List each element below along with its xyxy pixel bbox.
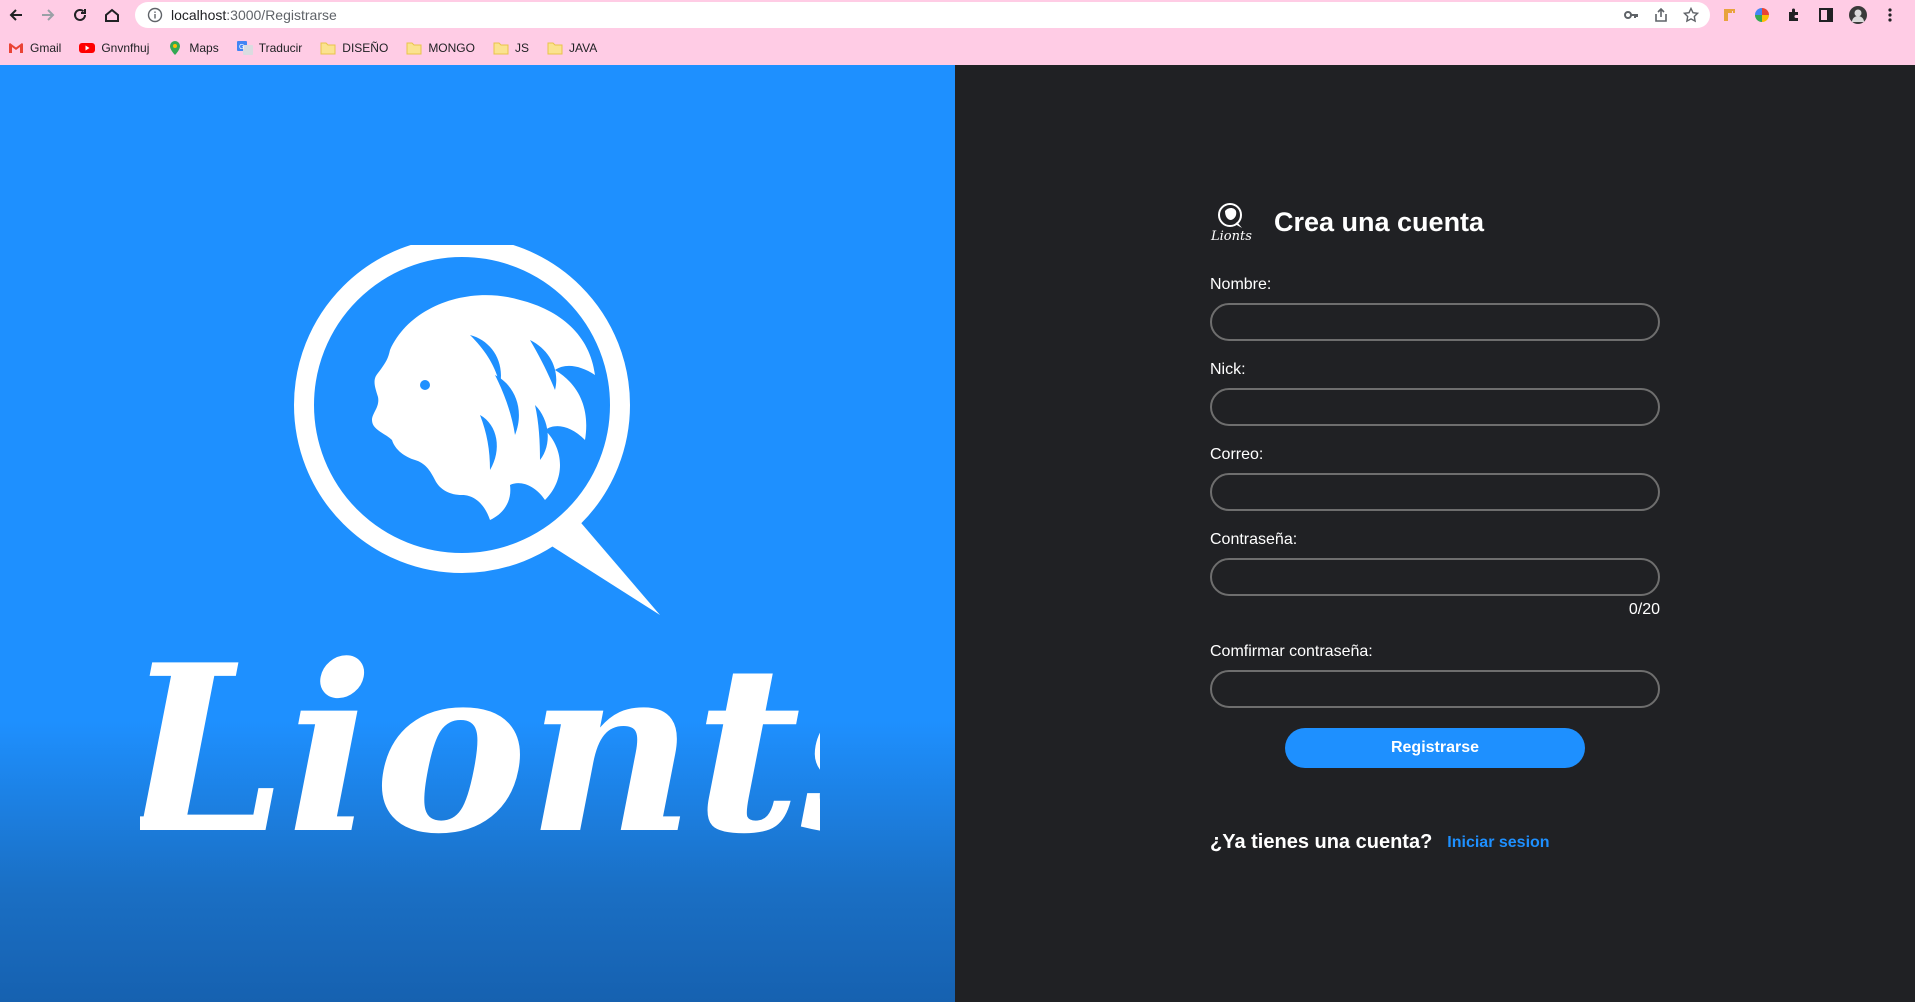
maps-icon — [170, 40, 181, 55]
svg-text:Lionts: Lionts — [1210, 229, 1252, 244]
field-contrasena: Contraseña: 0/20 — [1210, 531, 1660, 619]
extensions-area — [1717, 0, 1915, 30]
back-button[interactable] — [0, 0, 32, 30]
key-icon[interactable] — [1620, 5, 1642, 25]
folder-icon — [320, 42, 336, 54]
color-wheel-icon[interactable] — [1749, 2, 1775, 28]
translate-icon: G — [236, 40, 253, 55]
share-icon[interactable] — [1650, 5, 1672, 25]
bookmarks-bar: Gmail Gnvnfhuj Maps G Traducir DISEÑO MO… — [0, 30, 1915, 65]
reload-button[interactable] — [64, 0, 96, 30]
confirmar-contrasena-input[interactable] — [1210, 670, 1660, 708]
brand-panel: Lionts — [0, 65, 955, 1002]
password-char-counter: 0/20 — [1628, 601, 1660, 618]
address-bar[interactable]: localhost:3000/Registrarse — [135, 2, 1710, 28]
bookmark-folder-java[interactable]: JAVA — [547, 36, 597, 60]
gmail-icon — [9, 42, 23, 53]
forward-button[interactable] — [32, 0, 64, 30]
folder-icon — [406, 42, 422, 54]
folder-icon — [547, 42, 563, 54]
bookmark-folder-diseno[interactable]: DISEÑO — [320, 36, 388, 60]
bookmark-folder-mongo[interactable]: MONGO — [406, 36, 475, 60]
register-button[interactable]: Registrarse — [1285, 728, 1585, 768]
arrow-right-icon — [42, 9, 55, 21]
field-correo: Correo: — [1210, 446, 1660, 511]
home-icon — [105, 8, 119, 22]
login-link[interactable]: Iniciar sesion — [1447, 834, 1549, 852]
menu-kebab-icon[interactable] — [1877, 2, 1903, 28]
register-form: Lionts Crea una cuenta Nombre: Nick: Cor… — [1210, 200, 1660, 854]
bookmark-translate[interactable]: G Traducir — [236, 36, 302, 60]
reload-icon — [74, 8, 86, 21]
puzzle-icon[interactable] — [1781, 2, 1807, 28]
bookmark-youtube[interactable]: Gnvnfhuj — [79, 36, 149, 60]
correo-label: Correo: — [1210, 446, 1264, 463]
side-panel-icon[interactable] — [1813, 2, 1839, 28]
svg-text:G: G — [239, 44, 244, 51]
already-have-account-text: ¿Ya tienes una cuenta? — [1210, 831, 1433, 853]
nombre-label: Nombre: — [1210, 276, 1272, 293]
confirmar-contrasena-label: Comfirmar contraseña: — [1210, 643, 1373, 660]
login-prompt: ¿Ya tienes una cuenta? Iniciar sesion — [1210, 831, 1660, 854]
arrow-left-icon — [9, 9, 22, 21]
lion-head-icon — [372, 295, 595, 520]
field-confirmar-contrasena: Comfirmar contraseña: — [1210, 643, 1660, 708]
bookmark-maps[interactable]: Maps — [167, 36, 219, 60]
nombre-input[interactable] — [1210, 303, 1660, 341]
extension-tool-icon[interactable] — [1717, 2, 1743, 28]
folder-icon — [493, 42, 509, 54]
bookmark-folder-js[interactable]: JS — [493, 36, 529, 60]
contrasena-label: Contraseña: — [1210, 531, 1298, 548]
url-host: localhost — [171, 7, 227, 23]
url-path: :3000/Registrarse — [226, 7, 337, 23]
field-nick: Nick: — [1210, 361, 1660, 426]
youtube-icon — [79, 42, 96, 53]
lionts-logo: Lionts — [140, 245, 820, 885]
page-title: Crea una cuenta — [1274, 206, 1485, 237]
logo-wordmark: Lionts — [140, 615, 820, 885]
info-icon — [147, 7, 163, 23]
mini-lion-logo-icon: Lionts — [1210, 203, 1252, 244]
page-content: Lionts Lionts Crea una cuenta Nombre: Ni… — [0, 65, 1915, 1002]
form-header: Lionts Crea una cuenta — [1210, 200, 1660, 244]
star-icon[interactable] — [1680, 5, 1702, 25]
home-button[interactable] — [96, 0, 128, 30]
profile-avatar[interactable] — [1845, 2, 1871, 28]
contrasena-input[interactable] — [1210, 558, 1660, 596]
correo-input[interactable] — [1210, 473, 1660, 511]
nick-label: Nick: — [1210, 361, 1246, 378]
field-nombre: Nombre: — [1210, 276, 1660, 341]
bookmark-gmail[interactable]: Gmail — [8, 36, 61, 60]
browser-toolbar: localhost:3000/Registrarse — [0, 0, 1915, 30]
nick-input[interactable] — [1210, 388, 1660, 426]
register-panel: Lionts Crea una cuenta Nombre: Nick: Cor… — [955, 65, 1915, 1002]
